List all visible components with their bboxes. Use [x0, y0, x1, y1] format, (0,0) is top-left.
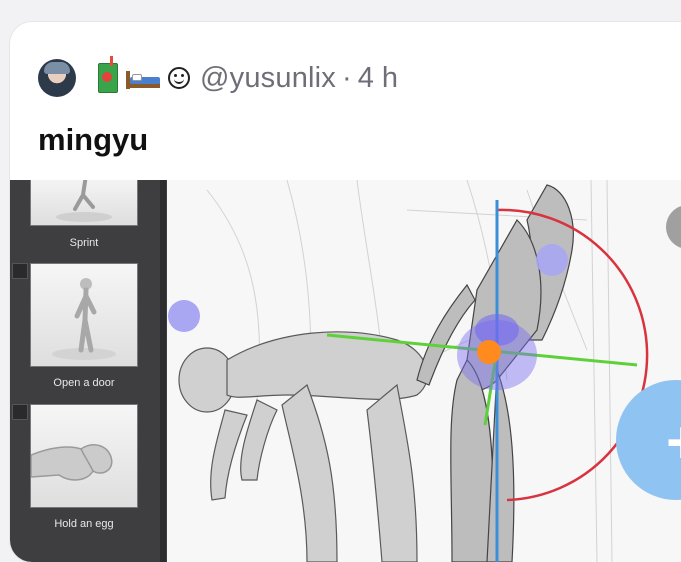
pose-thumbnail-hold-an-egg[interactable] — [30, 404, 138, 508]
pose-canvas[interactable] — [167, 180, 681, 562]
post-timestamp[interactable]: 4 h — [358, 62, 398, 95]
juice-box-icon — [98, 56, 118, 93]
bed-icon — [124, 65, 162, 91]
post-header: @yusunlix · 4 h — [38, 56, 398, 98]
pose-label: Hold an egg — [54, 518, 114, 530]
sprint-figure-icon — [56, 180, 112, 222]
meta-separator: · — [342, 61, 352, 94]
smiley-icon — [168, 67, 190, 89]
display-name-emojis — [98, 56, 190, 93]
joint-handle[interactable] — [536, 244, 568, 276]
pose-checkbox[interactable] — [12, 404, 28, 420]
joint-handle[interactable] — [168, 300, 200, 332]
pose-label: Sprint — [69, 237, 99, 249]
post-card[interactable]: @yusunlix · 4 h mingyu Sprint Open a doo… — [10, 22, 681, 562]
pose-scene — [178, 180, 649, 562]
pose-thumbnail-open-a-door[interactable] — [30, 263, 138, 367]
selected-joint[interactable] — [477, 340, 501, 364]
user-handle[interactable]: @yusunlix — [200, 62, 336, 95]
hand-icon — [30, 444, 113, 481]
pose-label: Open a door — [53, 377, 115, 389]
plus-icon: + — [666, 408, 681, 477]
post-text: mingyu — [38, 122, 149, 157]
pose-thumbnail-sprint[interactable] — [30, 180, 138, 226]
pose-checkbox[interactable] — [12, 263, 28, 279]
panel-scrollbar[interactable] — [160, 180, 166, 562]
avatar[interactable] — [38, 59, 76, 97]
standing-figure-icon — [52, 278, 116, 360]
pose-library-panel: Sprint Open a door Hold an egg — [10, 180, 167, 562]
post-media[interactable]: Sprint Open a door Hold an egg — [10, 180, 681, 562]
